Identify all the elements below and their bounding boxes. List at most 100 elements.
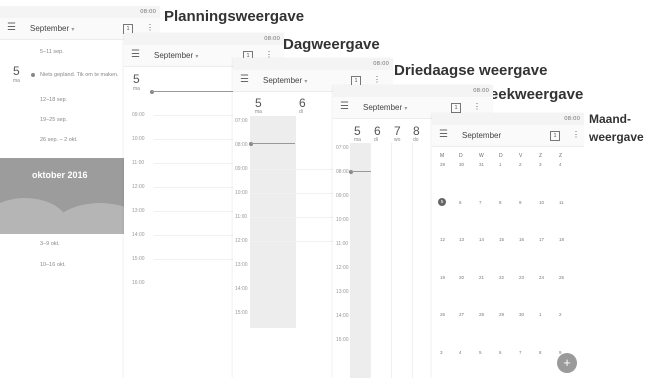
today-icon[interactable]: 1 — [451, 103, 461, 113]
empty-hint[interactable]: Niets gepland. Tik om te maken. — [40, 72, 119, 78]
status-time: 08:00 — [140, 9, 156, 15]
month-day-cell[interactable]: 27 — [459, 312, 464, 317]
month-day-cell[interactable]: 11 — [559, 200, 564, 205]
month-day-cell[interactable]: 24 — [539, 275, 544, 280]
month-day-cell[interactable]: 3 — [539, 162, 542, 167]
more-icon[interactable]: ⋮ — [572, 130, 580, 139]
time-label: 09:00 — [235, 166, 248, 172]
status-bar: 08:00 — [124, 33, 284, 45]
month-day-cell[interactable]: 23 — [519, 275, 524, 280]
month-label: September — [30, 24, 70, 33]
weekday-header: D — [459, 153, 463, 159]
month-day-cell[interactable]: 10 — [539, 200, 544, 205]
time-label: 12:00 — [336, 265, 349, 271]
month-day-cell[interactable]: 29 — [499, 312, 504, 317]
chevron-down-icon: ▾ — [304, 79, 308, 85]
month-day-cell[interactable]: 2 — [519, 162, 522, 167]
today-icon[interactable]: 1 — [550, 131, 560, 141]
day-weekday: ma — [133, 86, 140, 92]
week-label: 12–18 sep. — [40, 97, 68, 103]
month-day-cell[interactable]: 16 — [519, 237, 524, 242]
month-day-cell[interactable]: 15 — [499, 237, 504, 242]
month-day-cell[interactable]: 6 — [459, 200, 462, 205]
month-day-cell[interactable]: 1 — [539, 312, 542, 317]
chevron-down-icon: ▾ — [71, 27, 75, 33]
month-day-cell[interactable]: 5 — [479, 350, 482, 355]
title-month-2: weergave — [589, 130, 644, 144]
chevron-down-icon: ▾ — [404, 106, 408, 112]
more-icon[interactable]: ⋮ — [373, 75, 381, 84]
menu-icon[interactable]: ☰ — [7, 22, 16, 33]
month-day-cell[interactable]: 25 — [559, 275, 564, 280]
month-screen: 08:00 ☰ September 1 ⋮ M D W D V Z Z 29 30 31 1 2 3 4 5… — [432, 113, 584, 378]
month-day-cell[interactable]: 9 — [519, 200, 522, 205]
month-day-cell[interactable]: 31 — [479, 162, 484, 167]
add-event-button[interactable]: + — [557, 353, 577, 373]
time-label: 11:00 — [235, 214, 248, 220]
weekday-header: W — [479, 153, 484, 159]
day-number: 5 — [255, 96, 262, 110]
time-label: 12:00 — [235, 238, 248, 244]
day-number: 8 — [413, 124, 420, 138]
week-label: 10–16 okt. — [40, 262, 66, 268]
month-day-cell[interactable]: 29 — [440, 162, 445, 167]
month-day-cell[interactable]: 18 — [559, 237, 564, 242]
month-selector[interactable]: September ▾ — [363, 103, 407, 112]
month-label[interactable]: September — [462, 131, 501, 140]
month-day-cell[interactable]: 22 — [499, 275, 504, 280]
month-day-cell[interactable]: 21 — [479, 275, 484, 280]
time-label: 07:00 — [336, 145, 349, 151]
day-weekday: di — [299, 109, 303, 115]
month-day-cell[interactable]: 14 — [479, 237, 484, 242]
month-banner: oktober 2016 — [0, 158, 128, 234]
more-icon[interactable]: ⋮ — [473, 102, 481, 111]
month-day-cell[interactable]: 2 — [559, 312, 562, 317]
month-day-cell[interactable]: 20 — [459, 275, 464, 280]
month-day-cell[interactable]: 12 — [440, 237, 445, 242]
menu-icon[interactable]: ☰ — [240, 74, 249, 85]
menu-icon[interactable]: ☰ — [340, 101, 349, 112]
status-time: 08:00 — [564, 116, 580, 122]
title-planning: Planningsweergave — [164, 8, 305, 25]
time-label: 11:00 — [336, 241, 349, 247]
today-number: 5 — [13, 64, 20, 78]
month-day-cell[interactable]: 3 — [440, 350, 443, 355]
status-time: 08:00 — [373, 61, 389, 67]
month-day-cell[interactable]: 30 — [459, 162, 464, 167]
month-day-cell[interactable]: 4 — [459, 350, 462, 355]
today-cell[interactable]: 5 — [438, 197, 446, 206]
time-label: 14:00 — [235, 286, 248, 292]
month-day-cell[interactable]: 28 — [479, 312, 484, 317]
menu-icon[interactable]: ☰ — [439, 129, 448, 140]
month-day-cell[interactable]: 8 — [499, 200, 502, 205]
day-weekday: wo — [394, 137, 401, 143]
weekday-header: M — [440, 153, 445, 159]
more-icon[interactable]: ⋮ — [146, 23, 154, 32]
month-day-cell[interactable]: 6 — [499, 350, 502, 355]
week-label: 19–25 sep. — [40, 117, 68, 123]
day-weekday: ma — [255, 109, 262, 115]
month-day-cell[interactable]: 26 — [440, 312, 445, 317]
month-day-cell[interactable]: 7 — [519, 350, 522, 355]
month-day-cell[interactable]: 13 — [459, 237, 464, 242]
month-day-cell[interactable]: 7 — [479, 200, 482, 205]
week-label: 3–9 okt. — [40, 241, 60, 247]
month-selector[interactable]: September ▾ — [30, 24, 74, 33]
month-day-cell[interactable]: 4 — [559, 162, 562, 167]
status-time: 08:00 — [264, 36, 280, 42]
month-day-cell[interactable]: 17 — [539, 237, 544, 242]
menu-icon[interactable]: ☰ — [131, 49, 140, 60]
month-day-cell[interactable]: 19 — [440, 275, 445, 280]
weekday-header: V — [519, 153, 523, 159]
today-weekday: ma — [13, 78, 20, 84]
month-day-cell[interactable]: 8 — [539, 350, 542, 355]
month-selector[interactable]: September ▾ — [263, 76, 307, 85]
month-selector[interactable]: September ▾ — [154, 51, 198, 60]
time-label: 10:00 — [235, 190, 248, 196]
day-number: 6 — [374, 124, 381, 138]
month-day-cell[interactable]: 1 — [499, 162, 502, 167]
month-label: September — [363, 103, 403, 112]
month-day-cell[interactable]: 30 — [519, 312, 524, 317]
time-label: 08:00 — [235, 142, 248, 148]
status-bar: 08:00 — [333, 85, 493, 97]
